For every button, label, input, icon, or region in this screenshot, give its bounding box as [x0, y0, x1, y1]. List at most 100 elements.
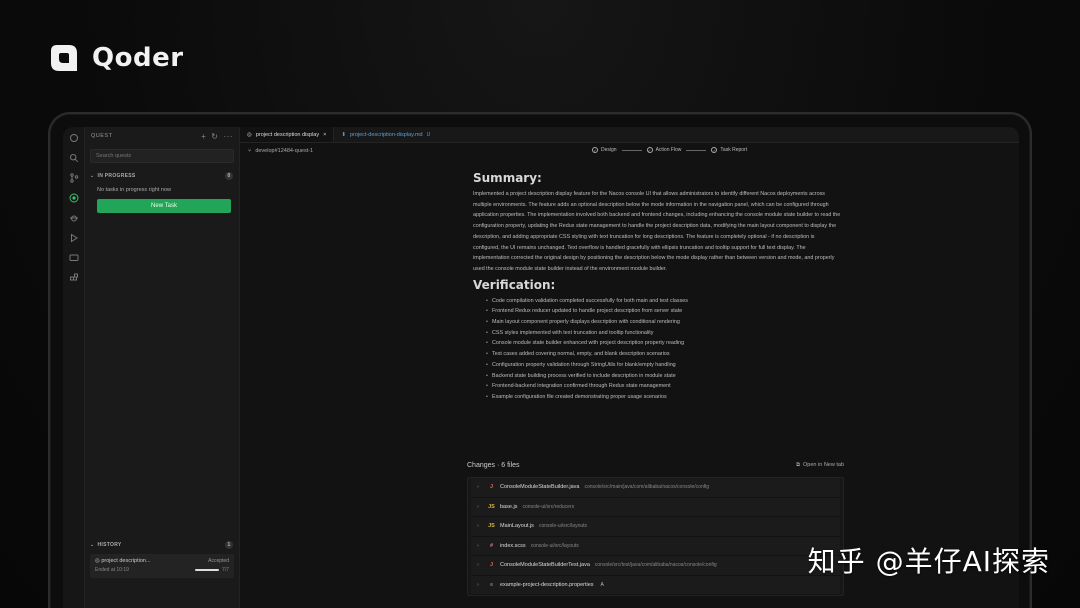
java-file-icon: J [489, 562, 494, 569]
extensions-icon[interactable] [69, 273, 79, 283]
tab-label: project description display [255, 131, 320, 138]
chevron-right-icon: › [477, 562, 479, 569]
tab-bar: ◎ project description display × ⬇ projec… [240, 127, 1019, 143]
file-row[interactable]: › ≡ example-project-description.properti… [471, 575, 840, 595]
debug-icon[interactable] [69, 213, 79, 223]
file-name: MainLayout.js [500, 523, 534, 530]
more-icon[interactable]: ··· [224, 132, 234, 141]
js-file-icon: JS [488, 523, 495, 530]
verification-heading: Verification: [473, 277, 556, 292]
quest-logo-icon[interactable] [69, 133, 79, 143]
list-item: Backend state building process verified … [486, 371, 841, 382]
remote-icon[interactable] [69, 253, 79, 263]
brand: Qoder [48, 42, 184, 74]
laptop-frame: QUEST + ↻ ··· Search quests ⌄ IN PROGRESS… [48, 112, 1032, 608]
history-item-status: Accepted [208, 558, 229, 564]
history-item-title: project description... [101, 558, 151, 564]
chevron-right-icon: › [477, 484, 479, 491]
step-task-report[interactable]: ✓ Task Report [711, 147, 747, 153]
history-progress-bar [195, 569, 220, 571]
branch-icon: ⑂ [248, 148, 252, 154]
close-icon[interactable]: × [323, 132, 326, 138]
history-progress-text: 7/7 [222, 567, 229, 573]
tab-project-description-display[interactable]: ◎ project description display × [240, 127, 335, 142]
editor-area: ◎ project description display × ⬇ projec… [240, 127, 1019, 608]
check-icon: ✓ [592, 147, 598, 153]
empty-message: No tasks in progress right now [97, 187, 171, 193]
open-label: Open in New tab [803, 462, 844, 468]
sidebar-header: QUEST + ↻ ··· [85, 127, 239, 145]
file-row[interactable]: › # index.scss console-ui/src/layouts [471, 536, 840, 556]
list-item: Main layout component properly displays … [486, 317, 841, 328]
verification-list: Code compilation validation completed su… [473, 296, 841, 403]
step-design[interactable]: ✓ Design [592, 147, 617, 153]
changed-files-list: › J ConsoleModuleStateBuilder.java conso… [467, 477, 844, 596]
scss-file-icon: # [489, 542, 494, 549]
step-connector [686, 149, 707, 151]
chevron-right-icon: › [477, 542, 479, 549]
properties-file-icon: ≡ [489, 581, 494, 588]
js-file-icon: JS [488, 503, 495, 510]
added-badge: A [600, 581, 604, 588]
step-label: Design [601, 147, 617, 153]
list-item: Code compilation validation completed su… [486, 296, 841, 307]
branch-indicator[interactable]: ⑂ develop#12484-quest-1 [248, 148, 313, 154]
run-icon[interactable] [69, 233, 79, 243]
list-item: Frontend-backend integration confirmed t… [486, 381, 841, 392]
file-path: console-ui/src/layouts [538, 523, 588, 530]
open-in-new-tab-link[interactable]: ⧉ Open in New tab [796, 462, 844, 469]
file-row[interactable]: › J ConsoleModuleStateBuilderTest.java c… [471, 556, 840, 576]
list-item: Console module state builder enhanced wi… [486, 338, 841, 349]
file-name: example-project-description.properties [500, 581, 594, 588]
brand-name: Qoder [92, 43, 184, 73]
in-progress-section[interactable]: ⌄ IN PROGRESS 0 [85, 171, 239, 181]
file-name: ConsoleModuleStateBuilder.java [500, 484, 580, 491]
in-progress-label: IN PROGRESS [97, 173, 136, 179]
file-row[interactable]: › JS MainLayout.js console-ui/src/layout… [471, 517, 840, 537]
quest-sidebar: QUEST + ↻ ··· Search quests ⌄ IN PROGRESS… [85, 127, 240, 608]
step-label: Task Report [720, 147, 748, 153]
chevron-right-icon: › [477, 503, 479, 510]
tab-label: project-description-display.md [349, 131, 423, 138]
step-progress: ✓ Design ✓ Action Flow ✓ Task Report [592, 147, 747, 153]
search-quests-input[interactable]: Search quests [90, 149, 234, 163]
summary-heading: Summary: [473, 171, 542, 185]
add-icon[interactable]: + [201, 132, 206, 141]
history-progress-fill [195, 569, 220, 571]
external-link-icon: ⧉ [796, 461, 801, 468]
new-task-button[interactable]: New Task [97, 199, 231, 213]
qoder-logo-icon [51, 45, 77, 71]
branch-name: develop#12484-quest-1 [255, 148, 314, 154]
tab-project-description-md[interactable]: ⬇ project-description-display.md U [334, 127, 437, 142]
list-item: Configuration property validation throug… [486, 360, 841, 371]
check-icon: ✓ [646, 147, 653, 153]
file-row[interactable]: › JS base.js console-ui/src/reducers [471, 497, 840, 517]
file-path: console/src/main/java/com/alibaba/nacos/… [584, 484, 710, 491]
file-name: base.js [500, 503, 518, 510]
history-header[interactable]: ⌄ HISTORY 1 [85, 540, 239, 550]
changes-panel: Changes · 6 files ⧉ Open in New tab › J C… [467, 459, 844, 596]
list-item: CSS styles implemented with text truncat… [486, 328, 841, 339]
file-name: ConsoleModuleStateBuilderTest.java [500, 562, 590, 569]
history-item[interactable]: ◎ project description... Accepted Ended … [90, 554, 234, 578]
quest-icon[interactable] [69, 193, 79, 203]
watermark: 知乎 @羊仔AI探索 [807, 545, 1050, 578]
file-path: console-ui/src/layouts [530, 542, 579, 549]
search-icon[interactable] [69, 153, 79, 163]
file-path: console-ui/src/reducers [522, 503, 575, 510]
history-item-time: Ended at 10:19 [95, 567, 129, 573]
summary-text: Implemented a project description displa… [473, 191, 841, 272]
quest-tab-icon: ◎ [247, 131, 252, 138]
ide-window: QUEST + ↻ ··· Search quests ⌄ IN PROGRESS… [63, 127, 1019, 608]
refresh-icon[interactable]: ↻ [211, 132, 218, 141]
history-section: ⌄ HISTORY 1 ◎ project description... Acce… [85, 540, 239, 578]
step-action-flow[interactable]: ✓ Action Flow [646, 147, 681, 153]
markdown-file-icon: ⬇ [341, 131, 346, 138]
list-item: Frontend Redux reducer updated to handle… [486, 306, 841, 317]
chevron-right-icon: › [477, 523, 479, 530]
file-row[interactable]: › J ConsoleModuleStateBuilder.java conso… [471, 478, 840, 498]
activity-bar [63, 127, 85, 608]
java-file-icon: J [489, 484, 494, 491]
file-path: console/src/test/java/com/alibaba/nacos/… [594, 562, 717, 569]
source-control-icon[interactable] [69, 173, 79, 183]
